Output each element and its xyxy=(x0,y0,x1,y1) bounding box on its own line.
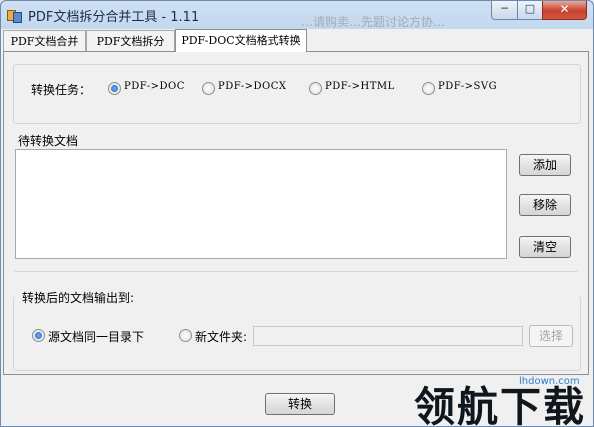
clear-button[interactable]: 清空 xyxy=(519,236,571,258)
tab-pdf-doc-convert[interactable]: PDF-DOC文档格式转换 xyxy=(175,29,307,52)
close-icon: ✕ xyxy=(559,2,570,16)
radio-new-folder[interactable] xyxy=(179,329,192,342)
maximize-icon: □ xyxy=(524,2,536,15)
maximize-button[interactable]: □ xyxy=(517,1,543,20)
radio-pdf-svg-label[interactable]: PDF->SVG xyxy=(438,81,497,92)
close-button[interactable]: ✕ xyxy=(542,1,587,20)
app-window: PDF文档拆分合并工具 - 1.11 …请购卖…先题讨论方协… ─ □ ✕ PD… xyxy=(0,0,594,427)
browse-folder-button[interactable]: 选择 xyxy=(529,325,573,347)
radio-same-dir-label[interactable]: 源文档同一目录下 xyxy=(48,328,144,345)
radio-same-dir[interactable] xyxy=(32,329,45,342)
radio-selected-dot-icon xyxy=(35,332,42,339)
window-title: PDF文档拆分合并工具 - 1.11 xyxy=(28,10,200,25)
tab-pdf-merge[interactable]: PDF文档合并 xyxy=(3,30,86,52)
minimize-button[interactable]: ─ xyxy=(491,1,518,20)
radio-pdf-doc-label[interactable]: PDF->DOC xyxy=(124,81,185,92)
radio-pdf-html-label[interactable]: PDF->HTML xyxy=(325,81,395,92)
radio-selected-dot-icon xyxy=(111,85,118,92)
radio-pdf-doc[interactable] xyxy=(108,82,121,95)
convert-button[interactable]: 转换 xyxy=(265,393,335,415)
tab-pdf-split[interactable]: PDF文档拆分 xyxy=(86,30,175,52)
radio-pdf-svg[interactable] xyxy=(422,82,435,95)
task-label: 转换任务： xyxy=(31,83,92,97)
app-icon xyxy=(7,8,22,23)
output-folder-input[interactable] xyxy=(253,326,523,346)
radio-new-folder-label[interactable]: 新文件夹: xyxy=(195,328,247,345)
title-bar[interactable]: PDF文档拆分合并工具 - 1.11 …请购卖…先题讨论方协… ─ □ ✕ xyxy=(1,1,593,29)
task-group xyxy=(13,64,581,124)
radio-pdf-docx[interactable] xyxy=(202,82,215,95)
docs-listbox[interactable] xyxy=(15,149,507,259)
title-watermark-text: …请购卖…先题讨论方协… xyxy=(301,15,446,29)
add-button[interactable]: 添加 xyxy=(519,154,571,176)
minimize-icon: ─ xyxy=(501,2,508,15)
radio-pdf-docx-label[interactable]: PDF->DOCX xyxy=(218,81,286,92)
remove-button[interactable]: 移除 xyxy=(519,194,571,216)
convert-tab-panel: 转换任务： PDF->DOC PDF->DOCX PDF->HTML PDF->… xyxy=(3,51,589,375)
radio-pdf-html[interactable] xyxy=(309,82,322,95)
brand-watermark-url: lhdown.com xyxy=(519,376,580,387)
